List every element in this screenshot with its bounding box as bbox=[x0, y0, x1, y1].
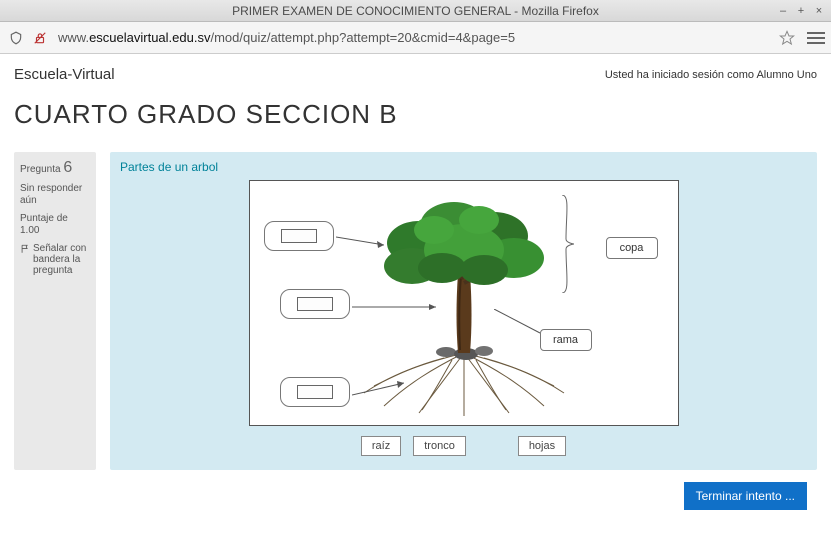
brace-icon bbox=[560, 195, 574, 293]
word-chip-raiz[interactable]: raíz bbox=[361, 436, 401, 456]
drop-zone-2[interactable] bbox=[280, 289, 350, 319]
finish-attempt-button[interactable]: Terminar intento ... bbox=[684, 482, 807, 510]
hamburger-menu-icon[interactable] bbox=[807, 32, 825, 44]
question-state: Sin responder aún bbox=[20, 183, 90, 207]
url-prefix: www. bbox=[58, 30, 89, 45]
browser-toolbar: www.escuelavirtual.edu.sv/mod/quiz/attem… bbox=[0, 22, 831, 54]
word-bank: raíz tronco hojas bbox=[120, 436, 807, 456]
window-title: PRIMER EXAMEN DE CONOCIMIENTO GENERAL - … bbox=[232, 4, 599, 18]
window-titlebar: PRIMER EXAMEN DE CONOCIMIENTO GENERAL - … bbox=[0, 0, 831, 22]
site-name[interactable]: Escuela-Virtual bbox=[14, 66, 115, 83]
question-number: Pregunta 6 bbox=[20, 158, 90, 177]
flag-label: Señalar con bandera la pregunta bbox=[33, 243, 90, 276]
label-copa[interactable]: copa bbox=[606, 237, 658, 259]
word-chip-tronco[interactable]: tronco bbox=[413, 436, 466, 456]
question-info-panel: Pregunta 6 Sin responder aún Puntaje de … bbox=[14, 152, 96, 470]
label-rama[interactable]: rama bbox=[540, 329, 592, 351]
arrow-2 bbox=[352, 303, 436, 313]
label-rama-text: rama bbox=[553, 334, 578, 346]
flag-icon bbox=[20, 244, 30, 254]
url-domain: escuelavirtual.edu.sv bbox=[89, 30, 210, 45]
bookmark-star-icon[interactable] bbox=[777, 28, 797, 48]
arrow-1 bbox=[336, 235, 384, 249]
window-maximize-icon[interactable]: + bbox=[795, 5, 807, 17]
shield-icon[interactable] bbox=[6, 28, 26, 48]
question-number-value: 6 bbox=[63, 159, 72, 176]
question-points: Puntaje de 1.00 bbox=[20, 213, 90, 237]
login-status: Usted ha iniciado sesión como Alumno Uno bbox=[605, 69, 817, 81]
lock-icon[interactable] bbox=[30, 28, 50, 48]
label-copa-text: copa bbox=[620, 242, 644, 254]
question-label: Pregunta bbox=[20, 164, 61, 175]
drop-zone-3[interactable] bbox=[280, 377, 350, 407]
page-title: CUARTO GRADO SECCION B bbox=[14, 99, 817, 130]
window-close-icon[interactable]: × bbox=[813, 5, 825, 17]
drop-zone-1[interactable] bbox=[264, 221, 334, 251]
arrow-3 bbox=[352, 381, 404, 399]
word-chip-hojas[interactable]: hojas bbox=[518, 436, 566, 456]
url-bar[interactable]: www.escuelavirtual.edu.sv/mod/quiz/attem… bbox=[54, 30, 769, 45]
flag-question-button[interactable]: Señalar con bandera la pregunta bbox=[20, 243, 90, 276]
arrow-rama bbox=[494, 309, 540, 335]
question-text: Partes de un arbol bbox=[120, 160, 807, 174]
question-body: Partes de un arbol bbox=[110, 152, 817, 470]
diagram-container: copa rama bbox=[249, 180, 679, 426]
window-minimize-icon[interactable]: ‒ bbox=[777, 5, 789, 17]
url-path: /mod/quiz/attempt.php?attempt=20&cmid=4&… bbox=[210, 30, 515, 45]
